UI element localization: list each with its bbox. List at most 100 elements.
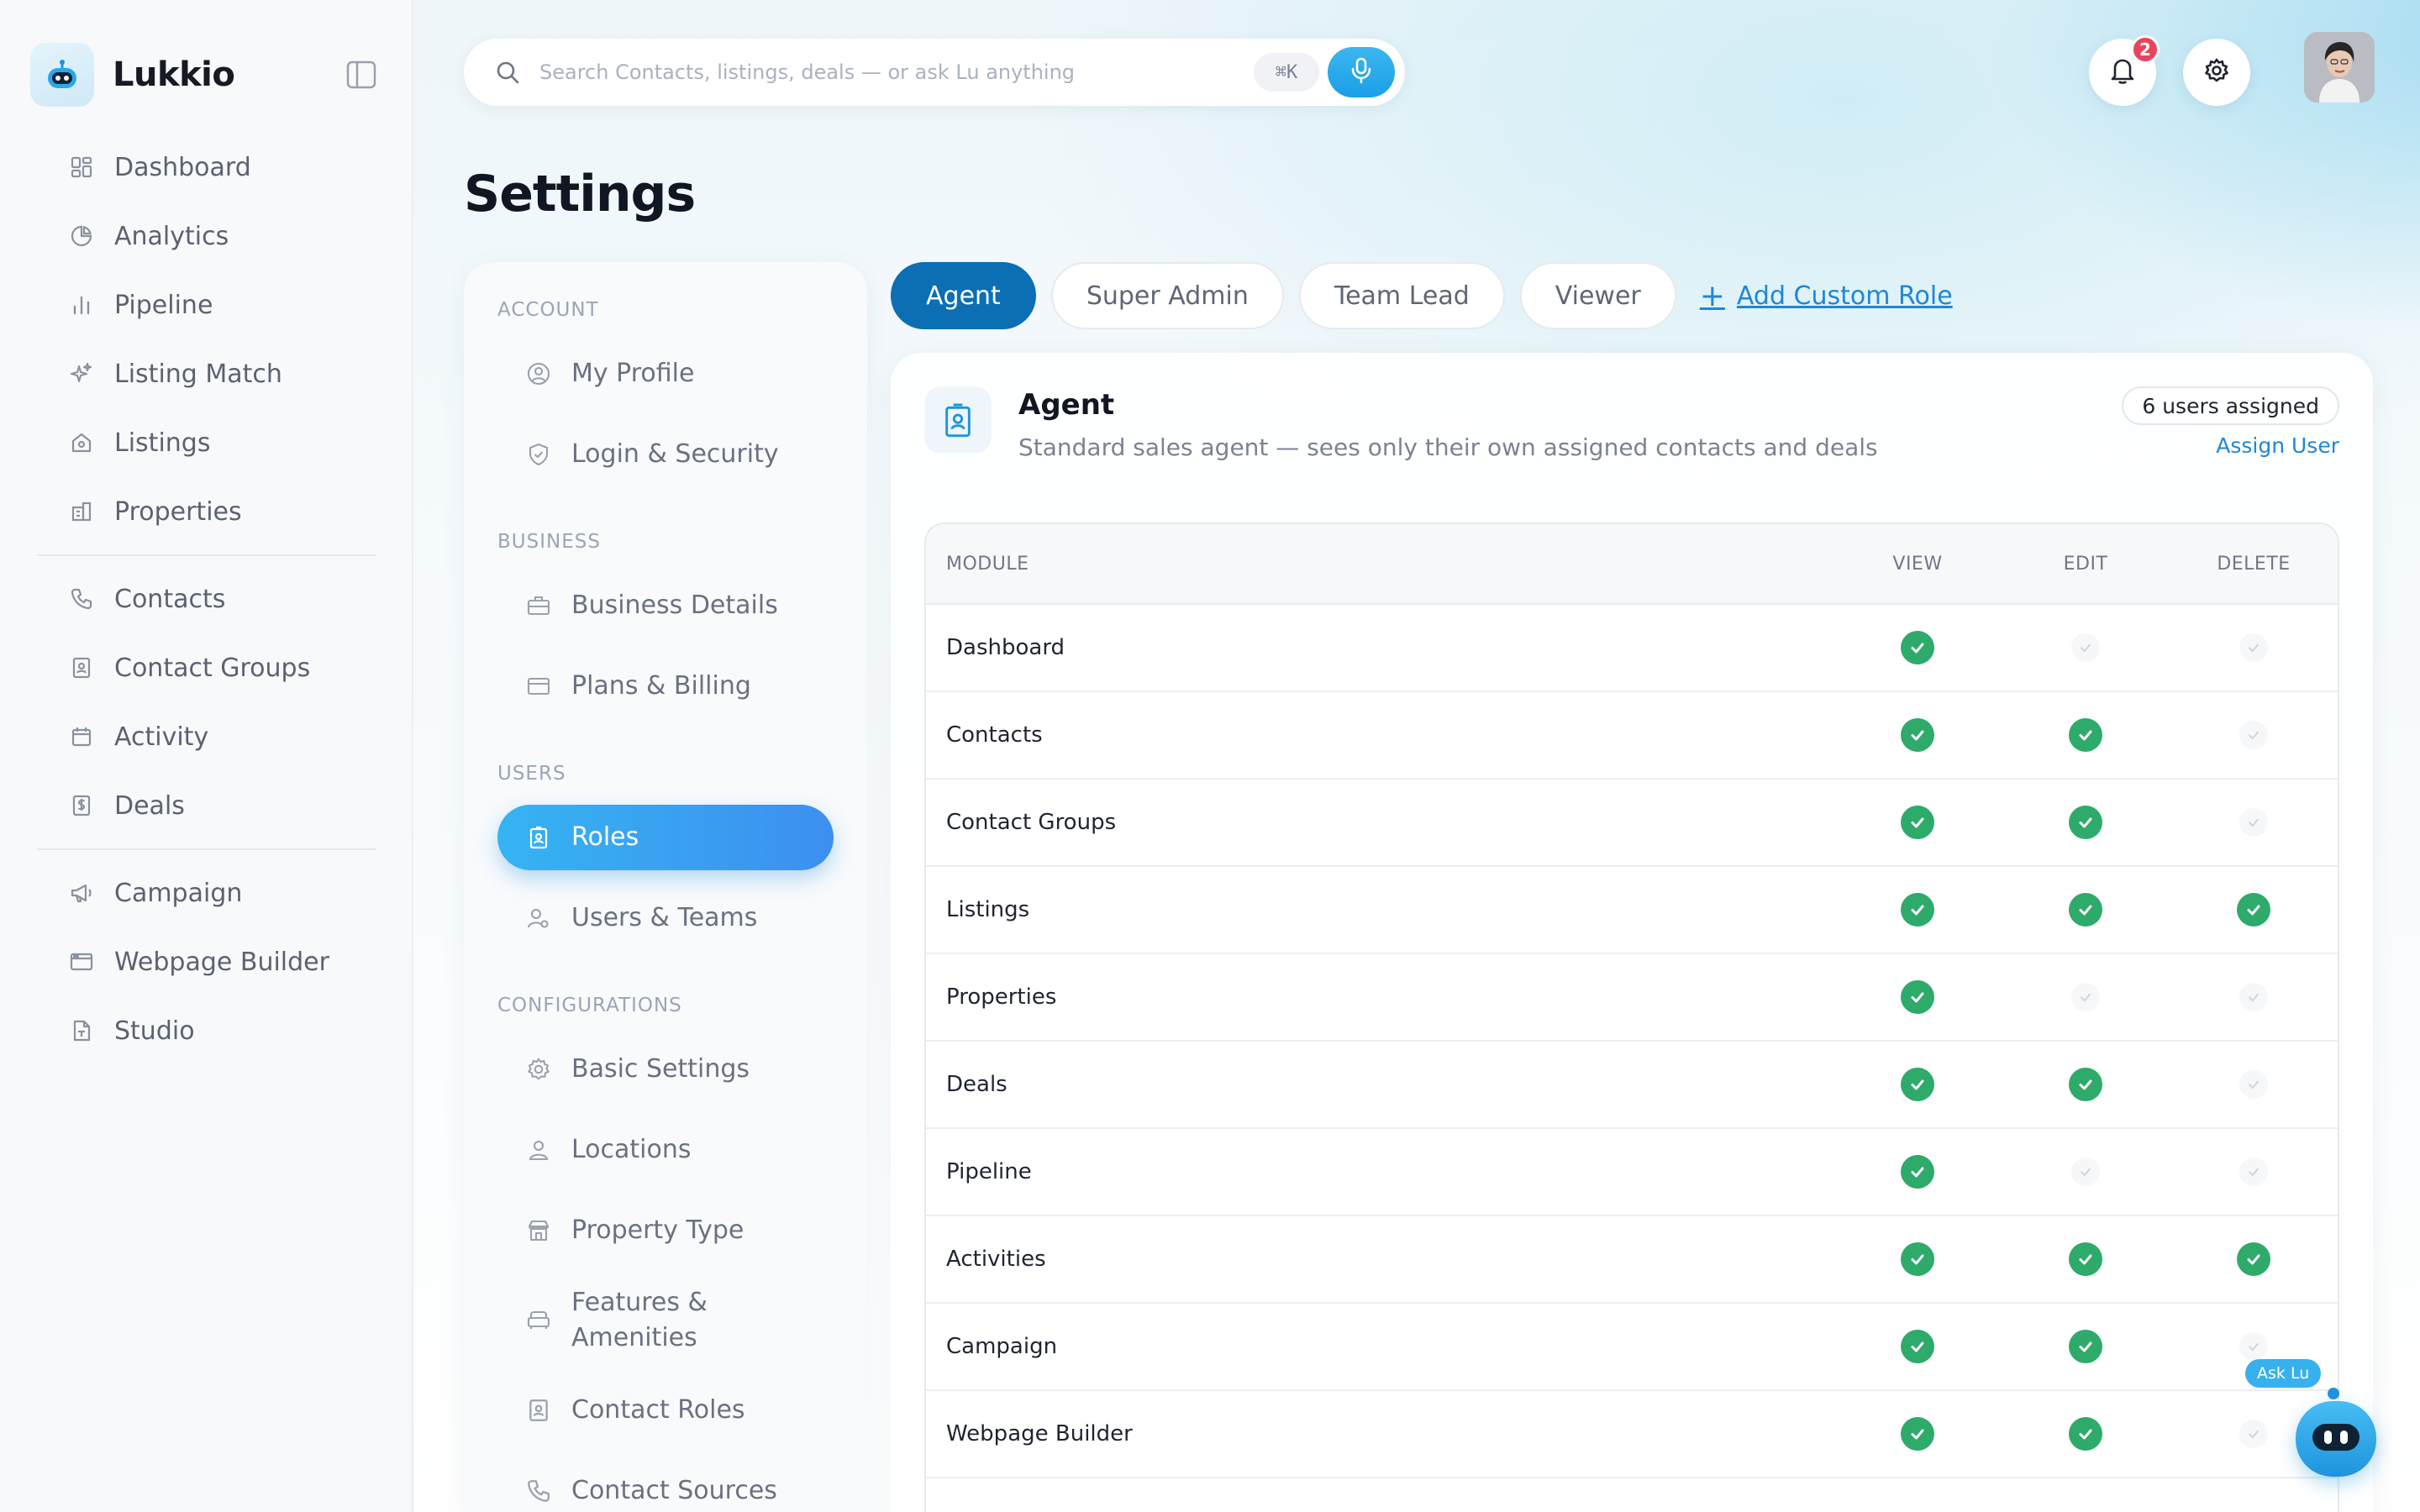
shortcut-hint: ⌘K	[1254, 53, 1319, 92]
check-granted-icon[interactable]	[2237, 1242, 2270, 1276]
check-denied-icon[interactable]	[2239, 633, 2268, 662]
permission-cell-edit	[2002, 1417, 2170, 1451]
check-denied-icon[interactable]	[2239, 721, 2268, 749]
nav-item-contacts[interactable]: Contacts	[37, 564, 376, 633]
permission-cell-view	[1833, 806, 2002, 839]
settings-item-basic-settings[interactable]: Basic Settings	[497, 1037, 834, 1102]
settings-item-property-type[interactable]: Property Type	[497, 1198, 834, 1263]
assign-user-link[interactable]: Assign User	[2216, 433, 2339, 458]
voice-search-button[interactable]	[1328, 47, 1395, 97]
check-granted-icon[interactable]	[1901, 893, 1934, 927]
plus-icon: +	[1699, 278, 1725, 313]
role-tab-agent[interactable]: Agent	[891, 262, 1036, 329]
check-granted-icon[interactable]	[2069, 893, 2102, 927]
permission-cell-edit	[2002, 1068, 2170, 1101]
ask-lu-button[interactable]	[2296, 1401, 2376, 1477]
table-row: Pipeline	[926, 1129, 2338, 1216]
check-denied-icon[interactable]	[2239, 983, 2268, 1011]
settings-item-business-details[interactable]: Business Details	[497, 573, 834, 638]
check-granted-icon[interactable]	[1901, 806, 1934, 839]
check-granted-icon[interactable]	[2069, 1417, 2102, 1451]
microphone-icon	[1350, 56, 1372, 88]
nav-item-activity[interactable]: Activity	[37, 702, 376, 771]
nav-item-label: Deals	[114, 790, 185, 821]
role-tab-team-lead[interactable]: Team Lead	[1298, 262, 1505, 329]
settings-item-locations[interactable]: Locations	[497, 1117, 834, 1183]
search-input[interactable]	[539, 54, 1128, 91]
nav-item-pipeline[interactable]: Pipeline	[37, 270, 376, 339]
nav-item-dashboard[interactable]: Dashboard	[37, 133, 376, 202]
check-granted-icon[interactable]	[1901, 718, 1934, 752]
settings-item-contact-roles[interactable]: Contact Roles	[497, 1378, 834, 1443]
check-granted-icon[interactable]	[2237, 893, 2270, 927]
ask-lu-label[interactable]: Ask Lu	[2245, 1359, 2322, 1388]
nav-item-listings[interactable]: Listings	[37, 408, 376, 477]
role-tab-super-admin[interactable]: Super Admin	[1050, 262, 1284, 329]
nav-item-webpage-builder[interactable]: Webpage Builder	[37, 927, 376, 996]
table-row: Listings	[926, 867, 2338, 954]
table-row: Dashboard	[926, 605, 2338, 692]
check-granted-icon[interactable]	[2069, 718, 2102, 752]
check-granted-icon[interactable]	[1901, 1155, 1934, 1189]
nav-item-label: Analytics	[114, 221, 229, 251]
role-tab-viewer[interactable]: Viewer	[1519, 262, 1676, 329]
sparkles-icon	[67, 360, 96, 388]
check-denied-icon[interactable]	[2239, 808, 2268, 837]
nav-item-deals[interactable]: Deals	[37, 771, 376, 840]
add-custom-role-label: Add Custom Role	[1736, 281, 1953, 311]
check-granted-icon[interactable]	[1901, 1330, 1934, 1363]
check-granted-icon[interactable]	[2069, 1330, 2102, 1363]
check-denied-icon[interactable]	[2071, 983, 2100, 1011]
nav-item-campaign[interactable]: Campaign	[37, 858, 376, 927]
user-avatar[interactable]	[2304, 32, 2375, 102]
calendar-icon	[67, 722, 96, 751]
check-granted-icon[interactable]	[1901, 1068, 1934, 1101]
settings-item-plans-billing[interactable]: Plans & Billing	[497, 654, 834, 719]
phone-icon	[67, 585, 96, 613]
module-name: Contacts	[946, 722, 1043, 748]
check-denied-icon[interactable]	[2071, 1158, 2100, 1186]
bell-icon	[2110, 56, 2135, 88]
check-denied-icon[interactable]	[2239, 1158, 2268, 1186]
check-granted-icon[interactable]	[2069, 806, 2102, 839]
settings-item-roles[interactable]: Roles	[497, 805, 834, 870]
table-row: Campaign	[926, 1304, 2338, 1391]
role-description: Standard sales agent — sees only their o…	[1018, 433, 1878, 461]
check-denied-icon[interactable]	[2239, 1332, 2268, 1361]
check-denied-icon[interactable]	[2239, 1420, 2268, 1448]
column-header-delete: DELETE	[2217, 553, 2291, 575]
check-granted-icon[interactable]	[1901, 980, 1934, 1014]
column-header-module: MODULE	[946, 553, 1029, 575]
check-denied-icon[interactable]	[2071, 633, 2100, 662]
settings-item-my-profile[interactable]: My Profile	[497, 341, 834, 407]
settings-item-label: My Profile	[571, 359, 695, 388]
settings-item-contact-sources[interactable]: Contact Sources	[497, 1458, 834, 1512]
nav-item-contact-groups[interactable]: Contact Groups	[37, 633, 376, 702]
check-granted-icon[interactable]	[2069, 1242, 2102, 1276]
permissions-table: MODULE VIEW EDIT DELETE Dashboard Contact…	[924, 522, 2339, 1512]
settings-item-login-security[interactable]: Login & Security	[497, 422, 834, 487]
permission-cell-delete	[2170, 808, 2338, 837]
sidebar-toggle-icon[interactable]	[346, 60, 380, 91]
brand[interactable]: Lukkio	[30, 42, 235, 108]
settings-item-features-amenities[interactable]: Features & Amenities	[497, 1278, 834, 1362]
settings-item-users-teams[interactable]: Users & Teams	[497, 885, 834, 951]
check-granted-icon[interactable]	[2069, 1068, 2102, 1101]
module-name: Campaign	[946, 1334, 1058, 1359]
nav-item-properties[interactable]: Properties	[37, 477, 376, 546]
add-custom-role-link[interactable]: + Add Custom Role	[1700, 279, 1953, 313]
check-granted-icon[interactable]	[1901, 1242, 1934, 1276]
settings-button[interactable]	[2183, 39, 2250, 106]
settings-item-label: Property Type	[571, 1215, 744, 1245]
permission-cell-view	[1833, 893, 2002, 927]
nav-item-listing-match[interactable]: Listing Match	[37, 339, 376, 408]
check-granted-icon[interactable]	[1901, 631, 1934, 664]
notifications-button[interactable]: 2	[2089, 35, 2160, 106]
module-name: Contact Groups	[946, 810, 1117, 835]
check-denied-icon[interactable]	[2239, 1070, 2268, 1099]
check-granted-icon[interactable]	[1901, 1417, 1934, 1451]
permission-cell-edit	[2002, 806, 2170, 839]
settings-item-label: Roles	[571, 822, 639, 852]
nav-item-analytics[interactable]: Analytics	[37, 202, 376, 270]
nav-item-studio[interactable]: Studio	[37, 996, 376, 1065]
